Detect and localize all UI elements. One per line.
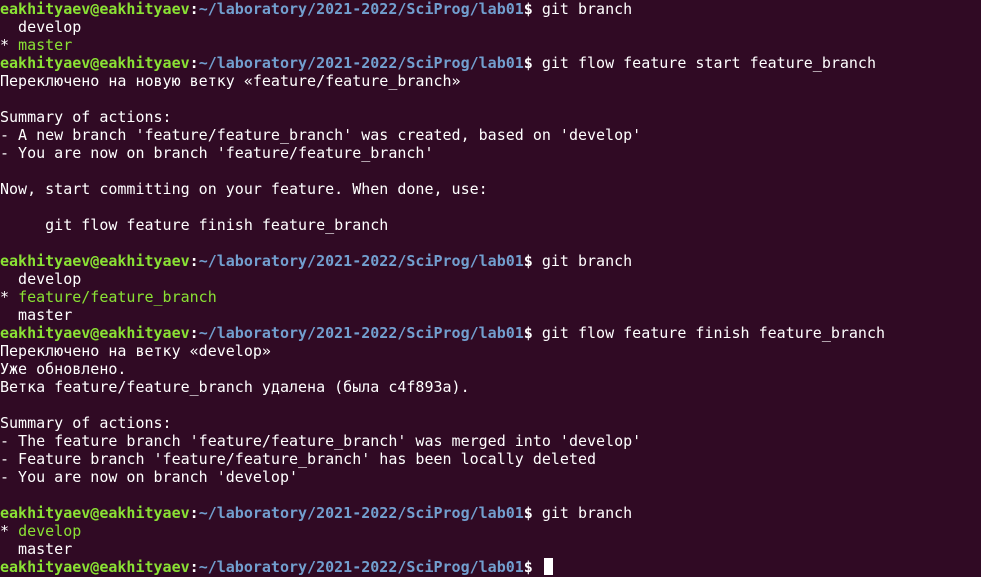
current-branch-marker: * xyxy=(0,36,19,54)
current-branch-marker: * xyxy=(0,522,19,540)
output-line: Переключено на ветку «develop» xyxy=(0,342,271,360)
prompt-user: eakhityaev@eakhityaev xyxy=(0,504,190,522)
prompt-user: eakhityaev@eakhityaev xyxy=(0,324,190,342)
current-branch-line: * develop xyxy=(0,522,981,540)
command-text: git flow feature finish feature_branch xyxy=(541,324,886,342)
command-text: git branch xyxy=(541,504,633,522)
output-line: Now, start committing on your feature. W… xyxy=(0,180,488,198)
prompt-path: ~/laboratory/2021-2022/SciProg/lab01 xyxy=(198,504,524,522)
current-branch-name: master xyxy=(18,36,73,54)
output-line: Summary of actions: xyxy=(0,414,172,432)
prompt-line: eakhityaev@eakhityaev:~/laboratory/2021-… xyxy=(0,504,981,522)
output-line: - You are now on branch 'develop' xyxy=(0,468,299,486)
prompt-path: ~/laboratory/2021-2022/SciProg/lab01 xyxy=(198,0,524,18)
output-line: - A new branch 'feature/feature_branch' … xyxy=(0,126,642,144)
output-line: Summary of actions: xyxy=(0,108,172,126)
command-text: git branch xyxy=(541,0,633,18)
prompt-line: eakhityaev@eakhityaev:~/laboratory/2021-… xyxy=(0,54,981,72)
text-cursor[interactable] xyxy=(543,558,553,575)
current-branch-name: feature/feature_branch xyxy=(18,288,217,306)
prompt-separator: : xyxy=(189,324,199,342)
prompt-path: ~/laboratory/2021-2022/SciProg/lab01 xyxy=(198,252,524,270)
output-line: develop xyxy=(0,18,82,36)
prompt-separator: : xyxy=(189,252,199,270)
prompt-line: eakhityaev@eakhityaev:~/laboratory/2021-… xyxy=(0,558,981,576)
current-branch-marker: * xyxy=(0,288,19,306)
prompt-symbol: $ xyxy=(523,324,533,342)
output-line: Ветка feature/feature_branch удалена (бы… xyxy=(0,378,470,396)
prompt-symbol: $ xyxy=(523,54,533,72)
prompt-line: eakhityaev@eakhityaev:~/laboratory/2021-… xyxy=(0,324,981,342)
prompt-separator: : xyxy=(189,54,199,72)
output-line: - The feature branch 'feature/feature_br… xyxy=(0,432,642,450)
prompt-user: eakhityaev@eakhityaev xyxy=(0,252,190,270)
output-line: Уже обновлено. xyxy=(0,360,127,378)
prompt-path: ~/laboratory/2021-2022/SciProg/lab01 xyxy=(198,54,524,72)
prompt-user: eakhityaev@eakhityaev xyxy=(0,54,190,72)
output-line: git flow feature finish feature_branch xyxy=(0,216,389,234)
prompt-separator: : xyxy=(189,558,199,576)
output-line: - You are now on branch 'feature/feature… xyxy=(0,144,434,162)
terminal-window[interactable]: eakhityaev@eakhityaev:~/laboratory/2021-… xyxy=(0,0,981,577)
command-text: git flow feature start feature_branch xyxy=(541,54,876,72)
output-line: Переключено на новую ветку «feature/feat… xyxy=(0,72,461,90)
current-branch-line: * feature/feature_branch xyxy=(0,288,981,306)
prompt-separator: : xyxy=(189,0,199,18)
prompt-user: eakhityaev@eakhityaev xyxy=(0,558,190,576)
command-text: git branch xyxy=(541,252,633,270)
prompt-user: eakhityaev@eakhityaev xyxy=(0,0,190,18)
prompt-line: eakhityaev@eakhityaev:~/laboratory/2021-… xyxy=(0,0,981,18)
output-line: develop xyxy=(0,270,82,288)
current-branch-name: develop xyxy=(18,522,82,540)
prompt-symbol: $ xyxy=(523,252,533,270)
prompt-line: eakhityaev@eakhityaev:~/laboratory/2021-… xyxy=(0,252,981,270)
output-line: master xyxy=(0,306,73,324)
prompt-symbol: $ xyxy=(523,0,533,18)
prompt-path: ~/laboratory/2021-2022/SciProg/lab01 xyxy=(198,558,524,576)
prompt-separator: : xyxy=(189,504,199,522)
prompt-symbol: $ xyxy=(523,504,533,522)
prompt-symbol: $ xyxy=(523,558,533,576)
current-branch-line: * master xyxy=(0,36,981,54)
output-line: - Feature branch 'feature/feature_branch… xyxy=(0,450,597,468)
output-line: master xyxy=(0,540,73,558)
prompt-path: ~/laboratory/2021-2022/SciProg/lab01 xyxy=(198,324,524,342)
